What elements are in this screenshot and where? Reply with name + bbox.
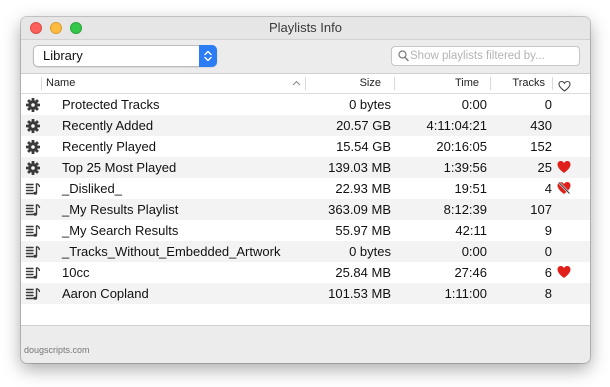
tracks-cell: 8 bbox=[544, 286, 552, 301]
tracks-cell: 430 bbox=[530, 118, 552, 133]
source-popup-label: Library bbox=[43, 48, 83, 63]
playlist-name-cell: _My Results Playlist bbox=[62, 202, 179, 217]
disliked-heart-icon[interactable] bbox=[556, 180, 572, 196]
tracks-cell: 4 bbox=[544, 181, 552, 196]
size-cell: 22.93 MB bbox=[335, 181, 391, 196]
table-row[interactable]: _Tracks_Without_Embedded_Artwork 0 bytes 0… bbox=[21, 241, 590, 262]
playlist-name-cell: _Disliked_ bbox=[62, 181, 122, 196]
credit-label: dougscripts.com bbox=[24, 345, 90, 355]
playlist-name-cell: Protected Tracks bbox=[62, 97, 160, 112]
size-cell: 101.53 MB bbox=[328, 286, 391, 301]
magnifier-icon bbox=[398, 50, 409, 62]
loved-heart-icon[interactable] bbox=[556, 159, 572, 175]
playlist-icon bbox=[25, 223, 41, 239]
time-cell: 42:11 bbox=[455, 223, 487, 238]
table-row[interactable]: Protected Tracks 0 bytes 0:00 0 bbox=[21, 94, 590, 115]
size-cell: 55.97 MB bbox=[335, 223, 391, 238]
table-row[interactable]: _Disliked_ 22.93 MB 19:51 4 bbox=[21, 178, 590, 199]
time-cell: 0:00 bbox=[461, 244, 487, 259]
loved-heart-icon[interactable] bbox=[556, 264, 572, 280]
playlist-icon bbox=[25, 244, 41, 260]
sort-ascending-chevron-icon bbox=[292, 80, 301, 86]
time-cell: 19:51 bbox=[454, 181, 487, 196]
playlist-name-cell: _My Search Results bbox=[62, 223, 179, 238]
column-separator[interactable] bbox=[305, 77, 306, 90]
table-row[interactable]: Recently Played 15.54 GB 20:16:05 152 bbox=[21, 136, 590, 157]
playlist-name-cell: Top 25 Most Played bbox=[62, 160, 177, 175]
playlists-info-window: Playlists Info Library Name bbox=[21, 17, 590, 363]
table-row[interactable]: _My Search Results 55.97 MB 42:11 9 bbox=[21, 220, 590, 241]
window-title: Playlists Info bbox=[269, 20, 342, 35]
size-cell: 0 bytes bbox=[349, 244, 391, 259]
playlist-icon bbox=[25, 181, 41, 197]
tracks-cell: 9 bbox=[544, 223, 552, 238]
playlist-name-cell: Recently Played bbox=[62, 139, 156, 154]
search-input[interactable] bbox=[410, 47, 575, 65]
time-cell: 1:11:00 bbox=[444, 286, 487, 301]
table-row[interactable]: 10cc 25.84 MB 27:46 6 bbox=[21, 262, 590, 283]
table-row[interactable]: Aaron Copland 101.53 MB 1:11:00 8 bbox=[21, 283, 590, 304]
table-row[interactable]: Top 25 Most Played 139.03 MB 1:39:56 25 bbox=[21, 157, 590, 178]
column-header-size[interactable]: Size bbox=[360, 74, 381, 93]
size-cell: 0 bytes bbox=[349, 97, 391, 112]
table-row[interactable]: _My Results Playlist 363.09 MB 8:12:39 107 bbox=[21, 199, 590, 220]
gear-icon bbox=[25, 139, 41, 155]
tracks-cell: 0 bbox=[544, 244, 552, 259]
gear-icon bbox=[25, 97, 41, 113]
tracks-cell: 25 bbox=[537, 160, 552, 175]
time-cell: 20:16:05 bbox=[436, 139, 487, 154]
column-separator[interactable] bbox=[552, 77, 553, 90]
column-header-name[interactable]: Name bbox=[46, 74, 75, 93]
column-separator[interactable] bbox=[490, 77, 491, 90]
playlist-name-cell: Aaron Copland bbox=[62, 286, 149, 301]
time-cell: 4:11:04:21 bbox=[426, 118, 487, 133]
column-separator[interactable] bbox=[394, 77, 395, 90]
column-header-time[interactable]: Time bbox=[455, 74, 479, 93]
table-header: Name Size Time Tracks bbox=[21, 74, 590, 94]
playlist-icon bbox=[25, 265, 41, 281]
search-field[interactable] bbox=[391, 46, 580, 66]
title-bar[interactable]: Playlists Info bbox=[21, 17, 590, 40]
playlist-name-cell: Recently Added bbox=[62, 118, 154, 133]
toolbar: Library bbox=[21, 40, 590, 72]
time-cell: 0:00 bbox=[461, 97, 487, 112]
time-cell: 1:39:56 bbox=[443, 160, 487, 175]
size-cell: 25.84 MB bbox=[335, 265, 391, 280]
tracks-cell: 152 bbox=[530, 139, 552, 154]
time-cell: 27:46 bbox=[454, 265, 487, 280]
playlists-table: Name Size Time Tracks Protected Tracks 0 … bbox=[21, 73, 590, 326]
up-down-arrows-icon bbox=[199, 45, 217, 67]
size-cell: 363.09 MB bbox=[328, 202, 391, 217]
column-header-tracks[interactable]: Tracks bbox=[512, 74, 545, 93]
time-cell: 8:12:39 bbox=[443, 202, 487, 217]
column-separator[interactable] bbox=[41, 77, 42, 90]
size-cell: 15.54 GB bbox=[336, 139, 391, 154]
playlist-icon bbox=[25, 286, 41, 302]
playlist-name-cell: 10cc bbox=[62, 265, 90, 280]
gear-icon bbox=[25, 160, 41, 176]
tracks-cell: 107 bbox=[530, 202, 552, 217]
playlist-icon bbox=[25, 202, 41, 218]
table-row[interactable]: Recently Added 20.57 GB 4:11:04:21 430 bbox=[21, 115, 590, 136]
size-cell: 20.57 GB bbox=[336, 118, 391, 133]
playlist-name-cell: _Tracks_Without_Embedded_Artwork bbox=[62, 244, 281, 259]
source-popup-button[interactable]: Library bbox=[33, 45, 217, 67]
tracks-cell: 6 bbox=[544, 265, 552, 280]
gear-icon bbox=[25, 118, 41, 134]
tracks-cell: 0 bbox=[544, 97, 552, 112]
size-cell: 139.03 MB bbox=[328, 160, 391, 175]
